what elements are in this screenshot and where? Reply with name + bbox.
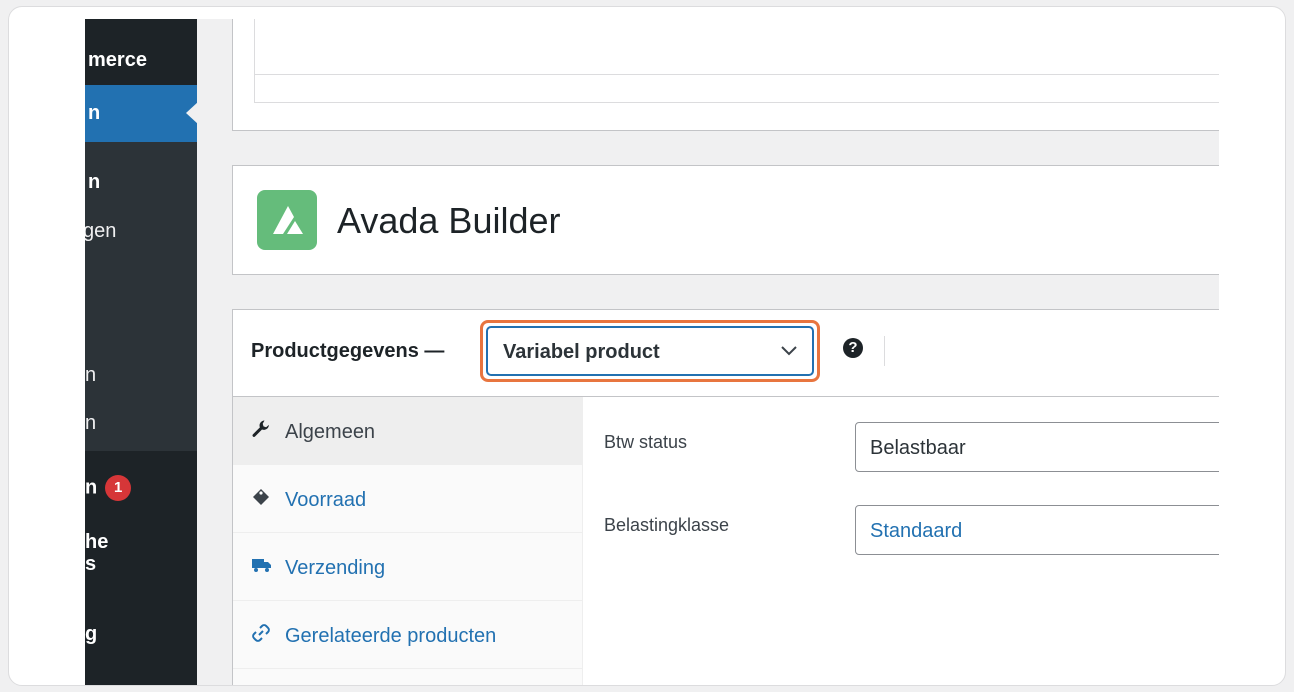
- editor-box: [232, 19, 1219, 131]
- sidebar-item-producten-label: n: [88, 102, 101, 124]
- chevron-down-icon: [780, 344, 798, 358]
- product-type-value: Variabel product: [503, 341, 660, 363]
- product-data-label: Productgegevens —: [251, 340, 445, 362]
- submenu-item-2[interactable]: n: [85, 412, 197, 435]
- sidebar-item-marketing[interactable]: g: [85, 623, 197, 646]
- help-icon[interactable]: ?: [843, 338, 863, 358]
- avada-builder-box: Avada Builder: [232, 165, 1219, 275]
- tab-verzending[interactable]: Verzending: [233, 533, 582, 601]
- editor-textarea[interactable]: [254, 19, 1219, 103]
- link-icon: [251, 623, 271, 643]
- editor-divider: [255, 74, 1219, 75]
- tax-status-label: Btw status: [604, 432, 688, 452]
- sidebar-item-producten-active[interactable]: n: [85, 85, 197, 142]
- sidebar-item-betalingen[interactable]: n1: [85, 475, 197, 501]
- submenu-item-alle-producten[interactable]: n: [88, 171, 197, 194]
- tab-label: Voorraad: [285, 489, 367, 511]
- tab-gerelateerde-producten[interactable]: Gerelateerde producten: [233, 601, 582, 669]
- product-type-highlight: Variabel product: [480, 320, 820, 382]
- avada-logo-icon: [257, 190, 317, 250]
- screenshot-frame: merce n n gen n n n1 he s g Avada Builde…: [8, 6, 1286, 686]
- avada-builder-title: Avada Builder: [337, 200, 561, 241]
- product-data-tabs: Algemeen Voorraad Verzending Gerelateerd…: [233, 397, 583, 685]
- product-data-header: Productgegevens — Variabel product ?: [233, 310, 1219, 397]
- submenu-item-toevoegen[interactable]: gen: [85, 220, 195, 243]
- main-content: Avada Builder Productgegevens — Variabel…: [197, 19, 1219, 685]
- header-divider: [884, 336, 885, 366]
- tag-icon: [251, 487, 271, 507]
- tax-status-value: Belastbaar: [870, 437, 966, 459]
- tax-class-label: Belastingklasse: [604, 515, 730, 535]
- tab-voorraad[interactable]: Voorraad: [233, 465, 582, 533]
- tab-label: Verzending: [285, 557, 386, 579]
- product-data-box: Productgegevens — Variabel product ? Alg…: [232, 309, 1219, 685]
- wrench-icon: [251, 419, 271, 439]
- admin-sidebar: merce n n gen n n n1 he s g: [85, 19, 197, 685]
- tab-label: Algemeen: [285, 421, 376, 443]
- submenu-item-1[interactable]: n: [85, 364, 197, 387]
- notification-badge: 1: [105, 475, 132, 501]
- product-type-select[interactable]: Variabel product: [486, 326, 814, 376]
- active-arrow-indicator: [186, 102, 197, 124]
- sidebar-item-marketplace[interactable]: he s: [85, 531, 197, 575]
- tax-class-select[interactable]: Standaard: [855, 505, 1219, 555]
- tax-class-value: Standaard: [870, 520, 963, 542]
- sidebar-item-woocommerce[interactable]: merce: [88, 49, 197, 72]
- truck-icon: [251, 555, 271, 575]
- sidebar-submenu: n gen n n: [85, 142, 197, 451]
- tab-label: Gerelateerde producten: [285, 625, 497, 647]
- tax-status-select[interactable]: Belastbaar: [855, 422, 1219, 472]
- tab-algemeen[interactable]: Algemeen: [233, 397, 582, 465]
